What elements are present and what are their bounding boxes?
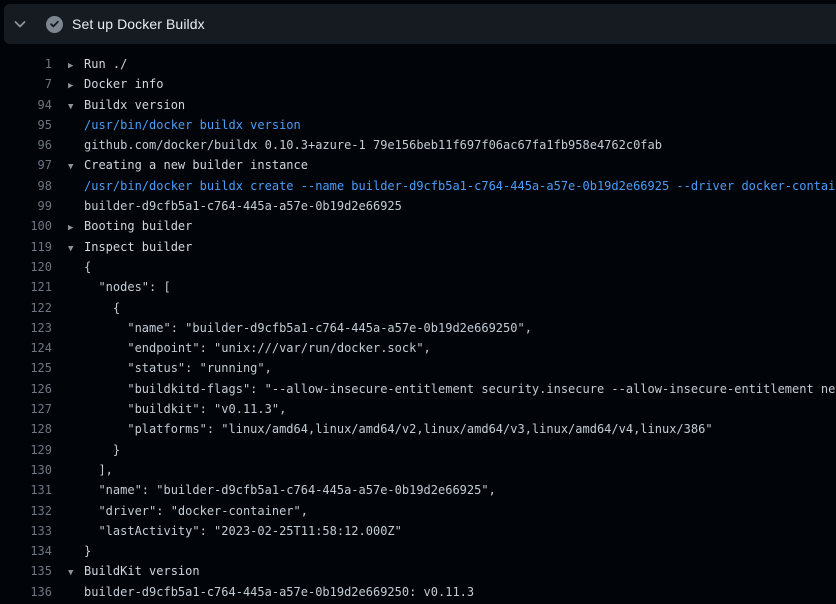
log-line: 127 "buildkit": "v0.11.3", — [0, 399, 836, 419]
log-line: 136 builder-d9cfb5a1-c764-445a-a57e-0b19d… — [0, 582, 836, 602]
line-number[interactable]: 100 — [0, 216, 52, 236]
line-number[interactable]: 7 — [0, 74, 52, 94]
log-line: 131 "name": "builder-d9cfb5a1-c764-445a-… — [0, 480, 836, 500]
log-line: 121 "nodes": [ — [0, 277, 836, 297]
line-number[interactable]: 98 — [0, 176, 52, 196]
log-line: 94 ▼Buildx version — [0, 95, 836, 115]
log-line: 100 ▶Booting builder — [0, 216, 836, 236]
line-number[interactable]: 128 — [0, 419, 52, 439]
log-line: 97 ▼Creating a new builder instance — [0, 155, 836, 175]
log-line: 133 "lastActivity": "2023-02-25T11:58:12… — [0, 521, 836, 541]
log-line: 120 { — [0, 257, 836, 277]
line-number[interactable]: 134 — [0, 541, 52, 561]
group-title[interactable]: Run ./ — [84, 54, 127, 74]
log-text-command: /usr/bin/docker buildx version — [84, 115, 301, 135]
group-collapse-icon[interactable]: ▼ — [68, 239, 84, 259]
log-text-output: "lastActivity": "2023-02-25T11:58:12.000… — [84, 521, 402, 541]
log-text-output: "name": "builder-d9cfb5a1-c764-445a-a57e… — [84, 480, 496, 500]
line-number[interactable]: 99 — [0, 196, 52, 216]
log-text-output: "driver": "docker-container", — [84, 501, 308, 521]
group-expand-icon[interactable]: ▶ — [68, 76, 84, 96]
step-header[interactable]: Set up Docker Buildx — [4, 4, 836, 44]
check-circle-icon — [36, 4, 72, 44]
log-line: 134} — [0, 541, 836, 561]
log-line: 128 "platforms": "linux/amd64,linux/amd6… — [0, 419, 836, 439]
log-text-output: "endpoint": "unix:///var/run/docker.sock… — [84, 338, 431, 358]
group-title[interactable]: Booting builder — [84, 216, 192, 236]
log-line: 96 github.com/docker/buildx 0.10.3+azure-… — [0, 135, 836, 155]
line-number[interactable]: 133 — [0, 521, 52, 541]
log-line: 98/usr/bin/docker buildx create --name b… — [0, 176, 836, 196]
group-title[interactable]: BuildKit version — [84, 561, 200, 581]
log-lines-container: 1▶Run ./7▶Docker info94▼Buildx version95… — [0, 46, 836, 604]
line-number[interactable]: 130 — [0, 460, 52, 480]
group-collapse-icon[interactable]: ▼ — [68, 97, 84, 117]
log-text-output: ], — [84, 460, 113, 480]
log-text-output: "nodes": [ — [84, 277, 171, 297]
log-line: 126 "buildkitd-flags": "--allow-insecure… — [0, 379, 836, 399]
group-title[interactable]: Creating a new builder instance — [84, 155, 308, 175]
log-text-output: { — [84, 298, 120, 318]
line-number[interactable]: 119 — [0, 237, 52, 257]
log-line: 95/usr/bin/docker buildx version — [0, 115, 836, 135]
log-text-output: } — [84, 440, 120, 460]
log-text-output: "buildkit": "v0.11.3", — [84, 399, 286, 419]
group-collapse-icon[interactable]: ▼ — [68, 157, 84, 177]
log-text-command: /usr/bin/docker buildx create --name bui… — [84, 176, 836, 196]
line-number[interactable]: 1 — [0, 54, 52, 74]
chevron-down-icon[interactable] — [4, 4, 36, 44]
log-text-output: "platforms": "linux/amd64,linux/amd64/v2… — [84, 419, 713, 439]
line-number[interactable]: 94 — [0, 95, 52, 115]
log-line: 122 { — [0, 298, 836, 318]
log-line: 129 } — [0, 440, 836, 460]
group-title[interactable]: Docker info — [84, 74, 163, 94]
log-line: 132 "driver": "docker-container", — [0, 501, 836, 521]
line-number[interactable]: 127 — [0, 399, 52, 419]
log-line: 130 ], — [0, 460, 836, 480]
log-text-output: builder-d9cfb5a1-c764-445a-a57e-0b19d2e6… — [84, 196, 402, 216]
log-line: 123 "name": "builder-d9cfb5a1-c764-445a-… — [0, 318, 836, 338]
log-line: 99 builder-d9cfb5a1-c764-445a-a57e-0b19d2… — [0, 196, 836, 216]
line-number[interactable]: 124 — [0, 338, 52, 358]
line-number[interactable]: 131 — [0, 480, 52, 500]
line-number[interactable]: 136 — [0, 582, 52, 602]
line-number[interactable]: 120 — [0, 257, 52, 277]
line-number[interactable]: 129 — [0, 440, 52, 460]
group-title[interactable]: Buildx version — [84, 95, 185, 115]
log-line: 124 "endpoint": "unix:///var/run/docker.… — [0, 338, 836, 358]
log-line: 135 ▼BuildKit version — [0, 561, 836, 581]
line-number[interactable]: 95 — [0, 115, 52, 135]
line-number[interactable]: 97 — [0, 155, 52, 175]
log-line: 1 ▶Run ./ — [0, 54, 836, 74]
line-number[interactable]: 126 — [0, 379, 52, 399]
line-number[interactable]: 121 — [0, 277, 52, 297]
log-text-output: "status": "running", — [84, 358, 272, 378]
step-title: Set up Docker Buildx — [72, 16, 205, 32]
group-collapse-icon[interactable]: ▼ — [68, 563, 84, 583]
log-viewer: Set up Docker Buildx 1▶Run ./7▶Docker in… — [0, 0, 836, 604]
log-text-output: builder-d9cfb5a1-c764-445a-a57e-0b19d2e6… — [84, 582, 474, 602]
log-line: 7 ▶Docker info — [0, 74, 836, 94]
log-text-output: "buildkitd-flags": "--allow-insecure-ent… — [84, 379, 836, 399]
line-number[interactable]: 96 — [0, 135, 52, 155]
log-line: 125 "status": "running", — [0, 358, 836, 378]
line-number[interactable]: 125 — [0, 358, 52, 378]
log-text-output: } — [84, 541, 91, 561]
line-number[interactable]: 132 — [0, 501, 52, 521]
log-text-output: "name": "builder-d9cfb5a1-c764-445a-a57e… — [84, 318, 532, 338]
line-number[interactable]: 122 — [0, 298, 52, 318]
group-expand-icon[interactable]: ▶ — [68, 218, 84, 238]
line-number[interactable]: 123 — [0, 318, 52, 338]
group-expand-icon[interactable]: ▶ — [68, 56, 84, 76]
log-text-output: github.com/docker/buildx 0.10.3+azure-1 … — [84, 135, 662, 155]
log-text-output: { — [84, 257, 91, 277]
line-number[interactable]: 135 — [0, 561, 52, 581]
log-line: 119 ▼Inspect builder — [0, 237, 836, 257]
group-title[interactable]: Inspect builder — [84, 237, 192, 257]
